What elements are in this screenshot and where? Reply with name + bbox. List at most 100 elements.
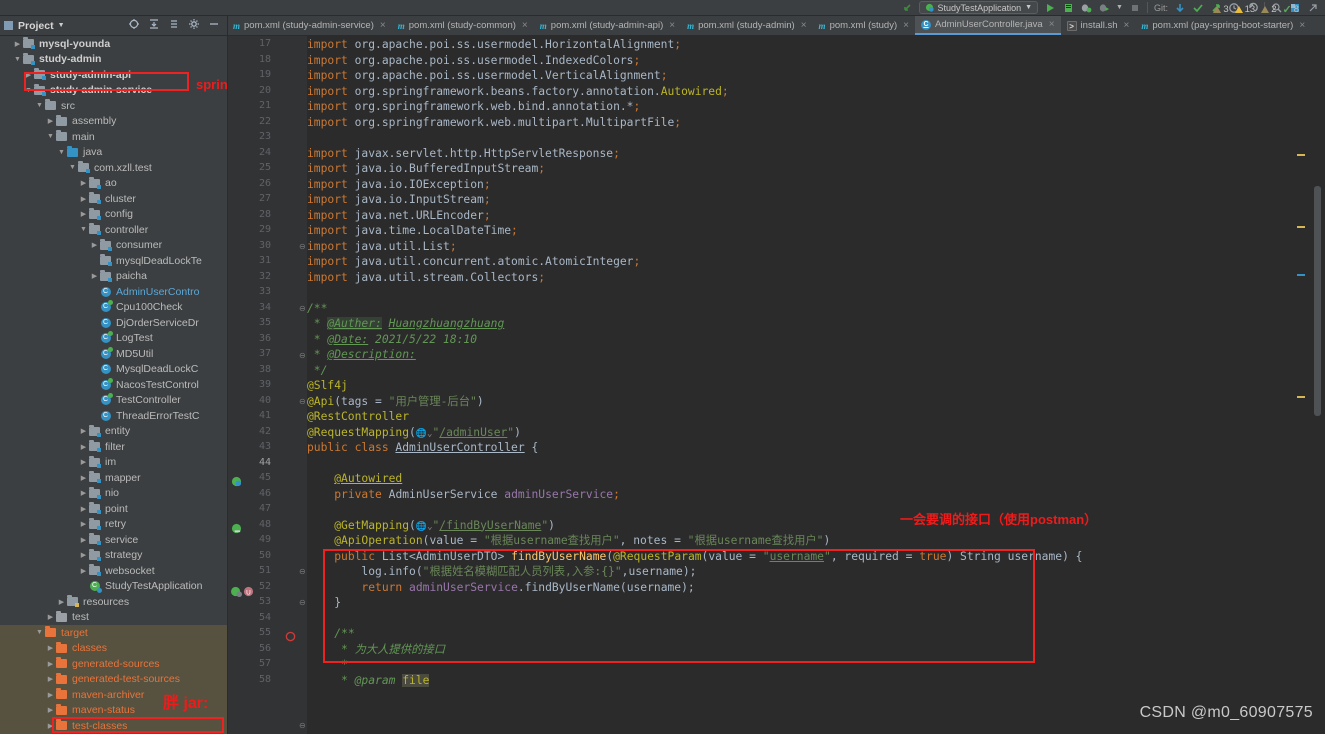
editor-tab-4[interactable]: m pom.xml (study) × bbox=[813, 16, 915, 35]
tree-node-com-xzll-test[interactable]: ▼ com.xzll.test bbox=[0, 160, 227, 176]
editor-tab-3[interactable]: m pom.xml (study-admin) × bbox=[681, 16, 812, 35]
tree-node-test[interactable]: ▶ test bbox=[0, 610, 227, 626]
code-line-56[interactable]: * 为大人提供的接口 bbox=[307, 642, 445, 658]
project-tree[interactable]: ▶ mysql-younda ▼ study-admin ▶ study-admin-ap… bbox=[0, 36, 227, 734]
code-line-58[interactable]: * @param file bbox=[307, 673, 430, 689]
tab-close-icon[interactable]: × bbox=[669, 20, 675, 31]
chevron-down-icon[interactable]: ▼ bbox=[46, 133, 55, 140]
editor-tab-1[interactable]: m pom.xml (study-common) × bbox=[392, 16, 534, 35]
chevron-right-icon[interactable]: ▶ bbox=[90, 272, 99, 280]
chevron-down-icon[interactable]: ▼ bbox=[35, 629, 44, 636]
tree-node-logtest[interactable]: C LogTest bbox=[0, 331, 227, 347]
chevron-right-icon[interactable]: ▶ bbox=[79, 427, 88, 435]
code-line-36[interactable]: * @Date: 2021/5/22 18:10 bbox=[307, 332, 477, 348]
tab-close-icon[interactable]: × bbox=[1124, 20, 1130, 31]
tree-node-study-admin[interactable]: ▼ study-admin bbox=[0, 52, 227, 68]
chevron-right-icon[interactable]: ▶ bbox=[46, 675, 55, 683]
locate-icon[interactable] bbox=[128, 18, 140, 33]
tree-node-retry[interactable]: ▶ retry bbox=[0, 517, 227, 533]
code-line-57[interactable]: * bbox=[307, 657, 348, 673]
chevron-right-icon[interactable]: ▶ bbox=[79, 567, 88, 575]
chevron-down-icon[interactable]: ▼ bbox=[57, 149, 66, 156]
code-line-41[interactable]: @RestController bbox=[307, 409, 409, 425]
git-update-icon[interactable] bbox=[1174, 2, 1186, 14]
tab-close-icon[interactable]: × bbox=[903, 20, 909, 31]
chevron-right-icon[interactable]: ▶ bbox=[57, 598, 66, 606]
navigate-icon[interactable]: U bbox=[243, 586, 254, 597]
code-line-40[interactable]: @Api(tags = "用户管理-后台") bbox=[307, 394, 484, 410]
debug-icon[interactable] bbox=[1080, 2, 1092, 14]
chevron-down-icon[interactable]: ▼ bbox=[68, 164, 77, 171]
chevron-right-icon[interactable]: ▶ bbox=[79, 489, 88, 497]
code-line-21[interactable]: import org.springframework.web.bind.anno… bbox=[307, 99, 640, 115]
tree-node-paicha[interactable]: ▶ paicha bbox=[0, 269, 227, 285]
typo-inspection[interactable]: ✓ 8 bbox=[1282, 3, 1299, 16]
editor-tab-7[interactable]: m pom.xml (pay-spring-boot-starter) × bbox=[1135, 16, 1311, 35]
chevron-down-icon[interactable]: ▼ bbox=[24, 87, 33, 94]
settings-icon[interactable] bbox=[1307, 2, 1319, 14]
chevron-right-icon[interactable]: ▶ bbox=[79, 505, 88, 513]
tree-node-java[interactable]: ▼ java bbox=[0, 145, 227, 161]
tab-close-icon[interactable]: × bbox=[801, 20, 807, 31]
chevron-right-icon[interactable]: ▶ bbox=[79, 536, 88, 544]
tree-node-cpu100check[interactable]: C Cpu100Check bbox=[0, 300, 227, 316]
chevron-right-icon[interactable]: ▶ bbox=[79, 179, 88, 187]
tree-node-resources[interactable]: ▶ resources bbox=[0, 594, 227, 610]
tree-node-nacostestcontrol[interactable]: C NacosTestControl bbox=[0, 377, 227, 393]
code-line-29[interactable]: import java.time.LocalDateTime; bbox=[307, 223, 518, 239]
run-configuration-selector[interactable]: StudyTestApplication ▼ bbox=[918, 1, 1039, 14]
tab-close-icon[interactable]: × bbox=[522, 20, 528, 31]
tree-node-entity[interactable]: ▶ entity bbox=[0, 424, 227, 440]
code-line-50[interactable]: public List<AdminUserDTO> findByUserName… bbox=[307, 549, 1082, 565]
code-line-34[interactable]: /** bbox=[307, 301, 327, 317]
code-line-19[interactable]: import org.apache.poi.ss.usermodel.Verti… bbox=[307, 68, 668, 84]
chevron-down-icon[interactable]: ▼ bbox=[35, 102, 44, 109]
tree-node-adminusercontro[interactable]: C AdminUserContro bbox=[0, 284, 227, 300]
tree-node-study-admin-service[interactable]: ▼ study-admin-service bbox=[0, 83, 227, 99]
minimize-icon[interactable] bbox=[208, 18, 220, 33]
gear-icon[interactable] bbox=[188, 18, 200, 33]
code-line-49[interactable]: @ApiOperation(value = "根据username查找用户", … bbox=[307, 533, 830, 549]
chevron-right-icon[interactable]: ▶ bbox=[79, 210, 88, 218]
tree-node-consumer[interactable]: ▶ consumer bbox=[0, 238, 227, 254]
tree-node-studytestapplication[interactable]: C StudyTestApplication bbox=[0, 579, 227, 595]
tree-node-controller[interactable]: ▼ controller bbox=[0, 222, 227, 238]
breakpoint-outline-icon[interactable] bbox=[285, 631, 296, 642]
tree-node-testcontroller[interactable]: C TestController bbox=[0, 393, 227, 409]
run-coverage-icon[interactable] bbox=[1098, 2, 1110, 14]
chevron-right-icon[interactable]: ▶ bbox=[46, 706, 55, 714]
code-line-52[interactable]: return adminUserService.findByUserName(u… bbox=[307, 580, 694, 596]
collapse-all-icon[interactable] bbox=[168, 18, 180, 33]
chevron-right-icon[interactable]: ▶ bbox=[46, 644, 55, 652]
chevron-right-icon[interactable]: ▶ bbox=[79, 551, 88, 559]
editor-tab-6[interactable]: > install.sh × bbox=[1061, 16, 1136, 35]
code-line-31[interactable]: import java.util.concurrent.atomic.Atomi… bbox=[307, 254, 640, 270]
code-line-35[interactable]: * @Auther: Huangzhuangzhuang bbox=[307, 316, 504, 332]
chevron-right-icon[interactable]: ▶ bbox=[79, 474, 88, 482]
code-line-24[interactable]: import javax.servlet.http.HttpServletRes… bbox=[307, 146, 620, 162]
chevron-right-icon[interactable]: ▶ bbox=[46, 117, 55, 125]
chevron-right-icon[interactable]: ▶ bbox=[79, 443, 88, 451]
run-method-icon[interactable] bbox=[231, 523, 242, 534]
run-icon[interactable] bbox=[1044, 2, 1056, 14]
build-icon[interactable] bbox=[1062, 2, 1074, 14]
code-line-30[interactable]: import java.util.List; bbox=[307, 239, 457, 255]
code-fold-icon[interactable]: ⊖ bbox=[299, 305, 307, 313]
tree-node-threaderrortestc[interactable]: C ThreadErrorTestC bbox=[0, 408, 227, 424]
code-line-26[interactable]: import java.io.IOException; bbox=[307, 177, 491, 193]
chevron-right-icon[interactable]: ▶ bbox=[79, 195, 88, 203]
code-line-53[interactable]: } bbox=[307, 595, 341, 611]
panel-splitter[interactable] bbox=[227, 16, 228, 734]
tree-node-generated-test-sources[interactable]: ▶ generated-test-sources bbox=[0, 671, 227, 687]
back-arrow-icon[interactable] bbox=[901, 2, 913, 14]
tree-node-mysqldeadlockte[interactable]: mysqlDeadLockTe bbox=[0, 253, 227, 269]
code-line-18[interactable]: import org.apache.poi.ss.usermodel.Index… bbox=[307, 53, 640, 69]
editor-tab-5[interactable]: C AdminUserController.java × bbox=[914, 16, 1061, 35]
tree-node-md5util[interactable]: C MD5Util bbox=[0, 346, 227, 362]
editor-tab-0[interactable]: m pom.xml (study-admin-service) × bbox=[227, 16, 392, 35]
tree-node-ao[interactable]: ▶ ao bbox=[0, 176, 227, 192]
tree-node-nio[interactable]: ▶ nio bbox=[0, 486, 227, 502]
code-line-22[interactable]: import org.springframework.web.multipart… bbox=[307, 115, 681, 131]
tree-node-websocket[interactable]: ▶ websocket bbox=[0, 563, 227, 579]
tab-close-icon[interactable]: × bbox=[1049, 19, 1055, 30]
